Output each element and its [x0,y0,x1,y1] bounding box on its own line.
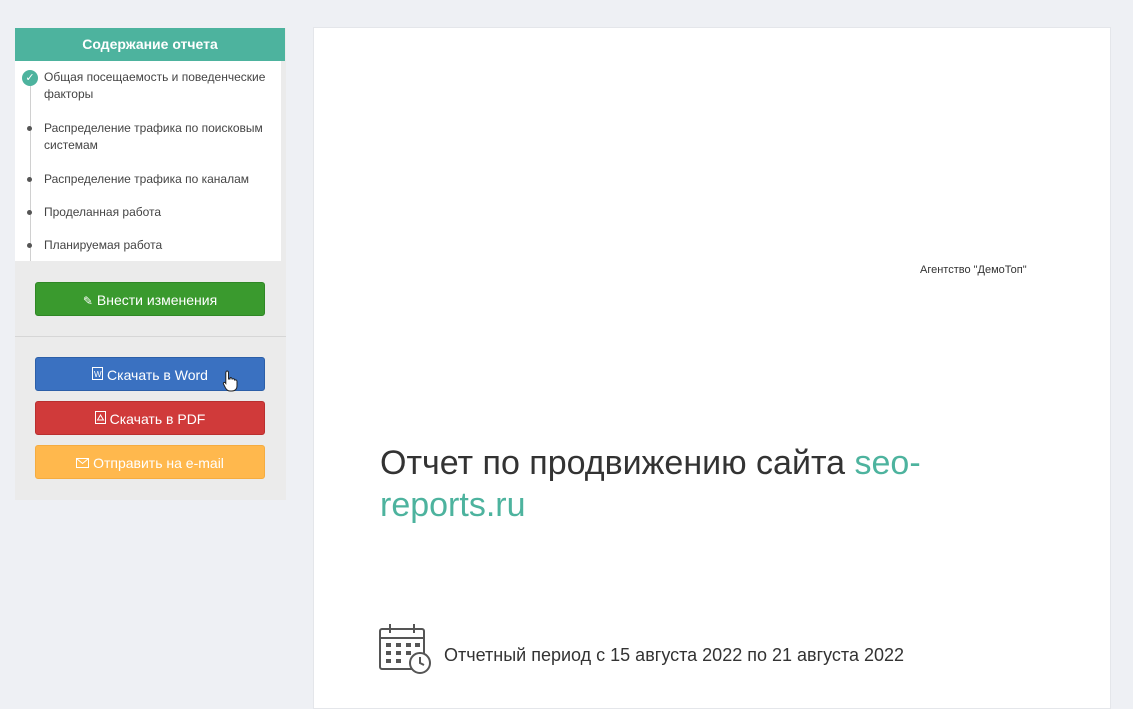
edit-icon: ✎ [82,294,93,308]
calendar-clock-icon [379,624,431,674]
hand-cursor-icon [222,370,238,392]
toc-title: Содержание отчета [15,28,285,61]
report-title: Отчет по продвижению сайта seo-reports.r… [380,442,1020,526]
sidebar: Содержание отчета ✓ Общая посещаемость и… [15,28,286,500]
toc-item-label: Распределение трафика по поисковым систе… [44,121,263,152]
toc-item-search-engines[interactable]: Распределение трафика по поисковым систе… [27,120,274,154]
send-email-label: Отправить на e-mail [93,455,224,471]
download-pdf-label: Скачать в PDF [109,411,206,427]
pdf-file-icon [94,403,106,437]
toc-timeline-line [30,71,31,261]
word-file-icon: W [92,359,104,393]
edit-button-label: Внести изменения [96,292,218,308]
toc-item-traffic-overview[interactable]: ✓ Общая посещаемость и поведенческие фак… [22,69,274,103]
check-icon: ✓ [22,70,38,86]
toc-item-label: Проделанная работа [44,205,162,219]
toc-item-label: Общая посещаемость и поведенческие факто… [44,70,266,101]
bullet-icon [27,177,32,182]
toc-item-work-done[interactable]: Проделанная работа [27,204,274,221]
toc-item-planned-work[interactable]: Планируемая работа [27,237,274,254]
report-title-text: Отчет по продвижению сайта [380,444,855,482]
download-pdf-button[interactable]: Скачать в PDF [35,401,265,435]
send-email-button[interactable]: Отправить на e-mail [35,445,265,479]
svg-text:W: W [94,370,102,379]
bullet-icon [27,126,32,131]
toc-list: ✓ Общая посещаемость и поведенческие фак… [15,61,281,261]
toc-item-channels[interactable]: Распределение трафика по каналам [27,171,274,188]
agency-name: Агентство "ДемоТоп" [920,264,1027,276]
edit-button[interactable]: ✎ Внести изменения [35,282,265,316]
report-page: Агентство "ДемоТоп" Отчет по продвижению… [313,27,1111,709]
report-period: Отчетный период с 15 августа 2022 по 21 … [444,645,905,665]
envelope-icon [76,447,90,481]
bullet-icon [27,210,32,215]
divider [15,336,286,337]
toc-item-label: Распределение трафика по каналам [44,172,250,186]
toc-item-label: Планируемая работа [44,238,163,252]
bullet-icon [27,243,32,248]
download-word-label: Скачать в Word [107,367,208,383]
